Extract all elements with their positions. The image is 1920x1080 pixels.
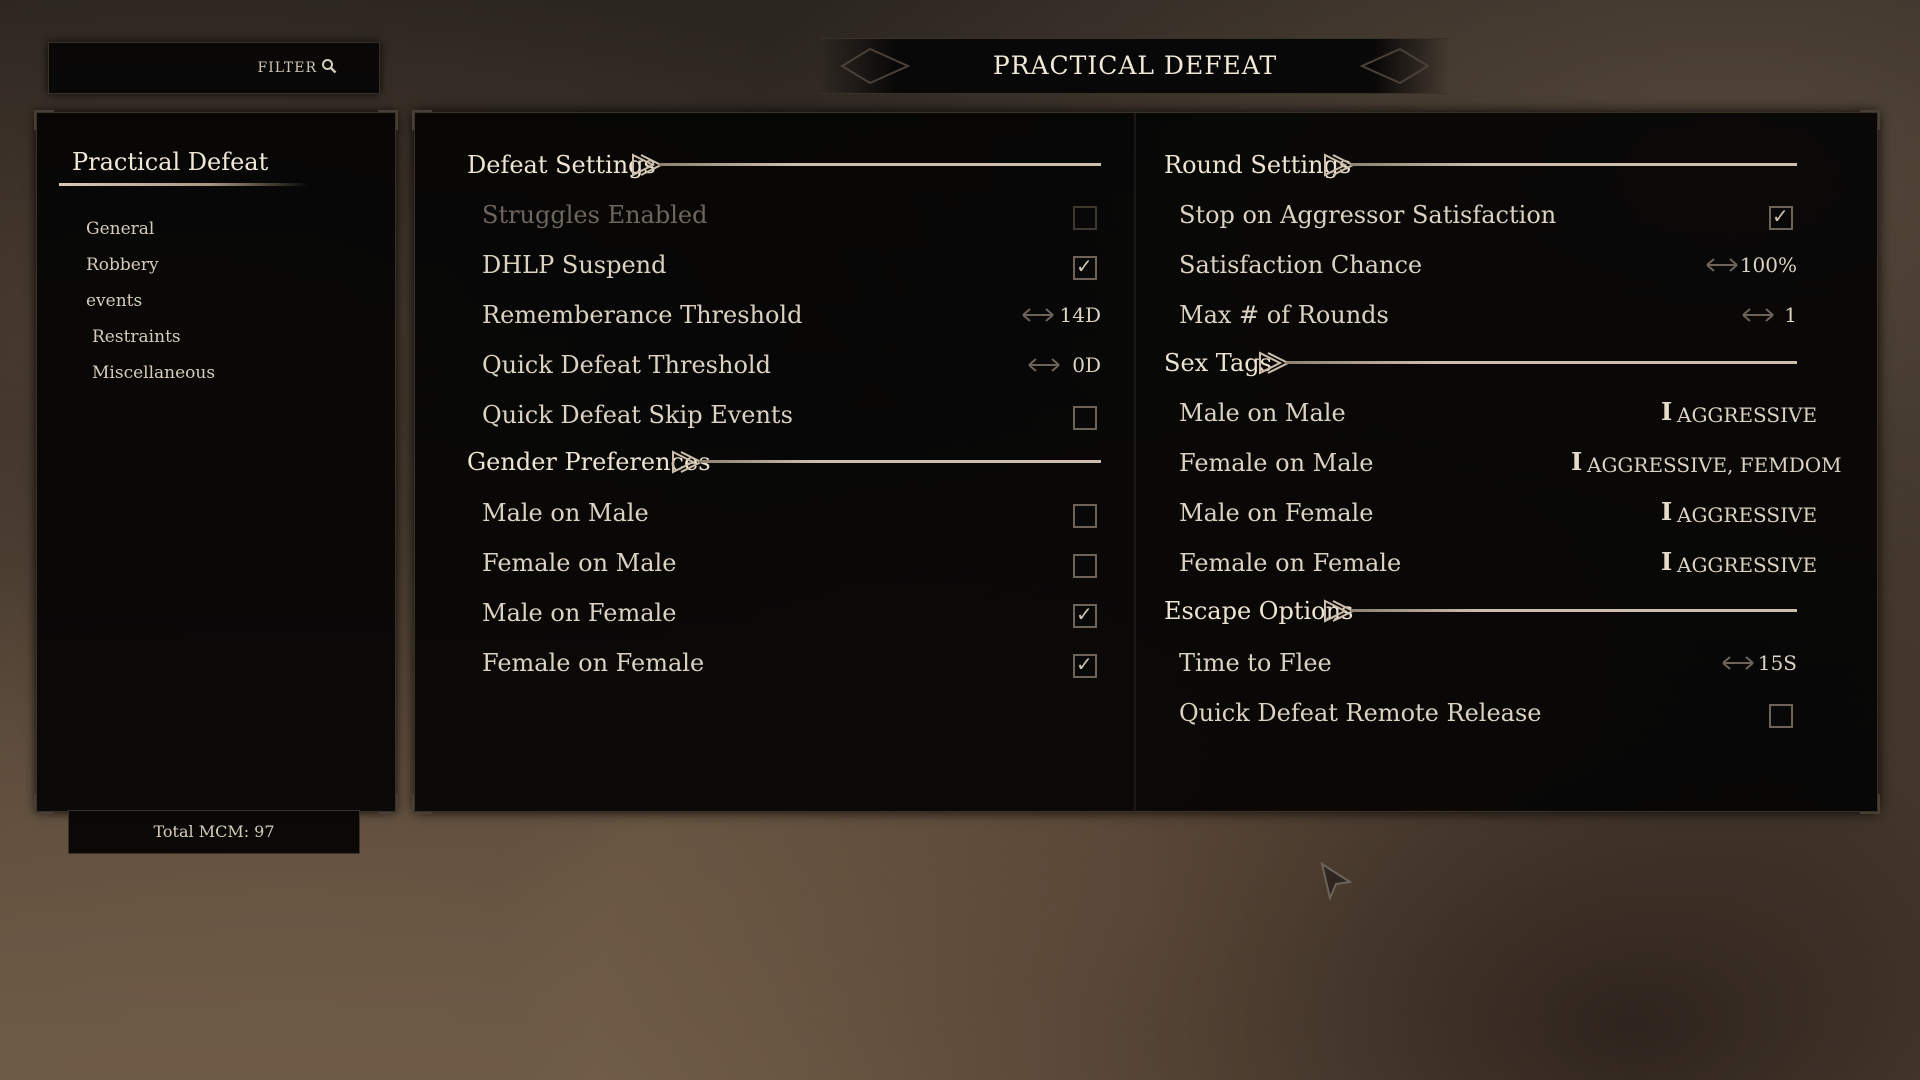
section-ornament-icon	[1259, 351, 1288, 375]
total-mcm-box: Total MCM: 97	[68, 810, 360, 854]
struggles-enabled-label: Struggles Enabled	[482, 201, 708, 229]
quick-defeat-remote-release-checkbox[interactable]	[1769, 704, 1793, 728]
text-input-icon: I	[1571, 447, 1583, 476]
gender-female-on-female-label: Female on Female	[482, 649, 705, 677]
banner-left-ornament-icon	[840, 47, 910, 85]
stop-on-aggressor-satisfaction-checkbox[interactable]	[1769, 204, 1793, 230]
struggles-enabled-checkbox[interactable]	[1073, 206, 1097, 230]
mod-title-underline	[59, 183, 309, 186]
section-ornament-icon	[632, 153, 661, 177]
time-to-flee-value[interactable]: 15S	[1755, 651, 1797, 675]
gender-female-on-male-checkbox[interactable]	[1073, 554, 1097, 578]
slider-arrows-icon[interactable]	[1721, 655, 1755, 671]
slider-arrows-icon[interactable]	[1705, 257, 1739, 273]
page-title: PRACTICAL DEFEAT	[992, 51, 1278, 80]
section-divider-line	[1351, 609, 1797, 612]
section-divider-line	[1351, 163, 1797, 166]
settings-panel: Defeat Settings Struggles Enabled DHLP S…	[412, 110, 1880, 814]
quick-defeat-skip-events-checkbox[interactable]	[1073, 406, 1097, 430]
gender-male-on-female-checkbox[interactable]	[1073, 602, 1097, 628]
satisfaction-chance-label: Satisfaction Chance	[1179, 251, 1423, 279]
text-input-icon: I	[1661, 397, 1673, 426]
section-ornament-icon	[1324, 599, 1353, 623]
quick-defeat-threshold-value[interactable]: 0D	[1061, 353, 1101, 377]
slider-arrows-icon[interactable]	[1741, 307, 1775, 323]
gender-male-on-female-label: Male on Female	[482, 599, 677, 627]
tags-female-on-female-label: Female on Female	[1179, 549, 1402, 577]
rememberance-threshold-label: Rememberance Threshold	[482, 301, 803, 329]
tags-female-on-female-value[interactable]: AGGRESSIVE	[1677, 553, 1817, 577]
rememberance-threshold-value[interactable]: 14D	[1051, 303, 1101, 327]
mod-sidebar: Practical Defeat General Robbery events …	[34, 110, 398, 814]
tags-male-on-female-value[interactable]: AGGRESSIVE	[1677, 503, 1817, 527]
gender-male-on-male-label: Male on Male	[482, 499, 649, 527]
banner-right-ornament-icon	[1360, 47, 1430, 85]
quick-defeat-skip-events-label: Quick Defeat Skip Events	[482, 401, 793, 429]
text-input-icon: I	[1661, 497, 1673, 526]
gender-female-on-male-label: Female on Male	[482, 549, 677, 577]
filter-label: FILTER	[257, 60, 317, 76]
sidebar-item-events[interactable]: events	[86, 291, 142, 311]
section-header-defeat-settings: Defeat Settings	[467, 151, 656, 179]
search-icon	[321, 58, 337, 78]
section-ornament-icon	[672, 450, 701, 474]
filter-input[interactable]: FILTER	[48, 42, 380, 94]
total-mcm-label: Total MCM: 97	[153, 822, 275, 841]
sidebar-item-restraints[interactable]: Restraints	[92, 327, 181, 347]
tags-female-on-male-value[interactable]: AGGRESSIVE, FEMDOM	[1587, 453, 1842, 477]
mod-title[interactable]: Practical Defeat	[72, 148, 268, 176]
tags-male-on-female-label: Male on Female	[1179, 499, 1374, 527]
tags-male-on-male-label: Male on Male	[1179, 399, 1346, 427]
section-divider-line	[1286, 361, 1797, 364]
column-divider	[1134, 113, 1136, 811]
gender-female-on-female-checkbox[interactable]	[1073, 652, 1097, 678]
quick-defeat-threshold-label: Quick Defeat Threshold	[482, 351, 771, 379]
slider-arrows-icon[interactable]	[1021, 307, 1055, 323]
tags-male-on-male-value[interactable]: AGGRESSIVE	[1677, 403, 1817, 427]
stop-on-aggressor-satisfaction-label: Stop on Aggressor Satisfaction	[1179, 201, 1557, 229]
tags-female-on-male-label: Female on Male	[1179, 449, 1374, 477]
satisfaction-chance-value[interactable]: 100%	[1737, 253, 1797, 277]
section-divider-line	[659, 163, 1101, 166]
text-input-icon: I	[1661, 547, 1673, 576]
max-rounds-value[interactable]: 1	[1775, 303, 1797, 327]
dhlp-suspend-checkbox[interactable]	[1073, 254, 1097, 280]
slider-arrows-icon[interactable]	[1027, 357, 1061, 373]
dhlp-suspend-label: DHLP Suspend	[482, 251, 667, 279]
section-header-sex-tags: Sex Tags	[1164, 349, 1272, 377]
gender-male-on-male-checkbox[interactable]	[1073, 504, 1097, 528]
max-rounds-label: Max # of Rounds	[1179, 301, 1389, 329]
quick-defeat-remote-release-label: Quick Defeat Remote Release	[1179, 699, 1542, 727]
section-ornament-icon	[1324, 153, 1353, 177]
sidebar-item-miscellaneous[interactable]: Miscellaneous	[92, 363, 215, 383]
sidebar-item-robbery[interactable]: Robbery	[86, 255, 159, 275]
sidebar-item-general[interactable]: General	[86, 219, 154, 239]
page-title-banner: PRACTICAL DEFEAT	[820, 38, 1450, 94]
time-to-flee-label: Time to Flee	[1179, 649, 1332, 677]
section-divider-line	[699, 460, 1101, 463]
mouse-cursor-icon	[1320, 862, 1353, 900]
